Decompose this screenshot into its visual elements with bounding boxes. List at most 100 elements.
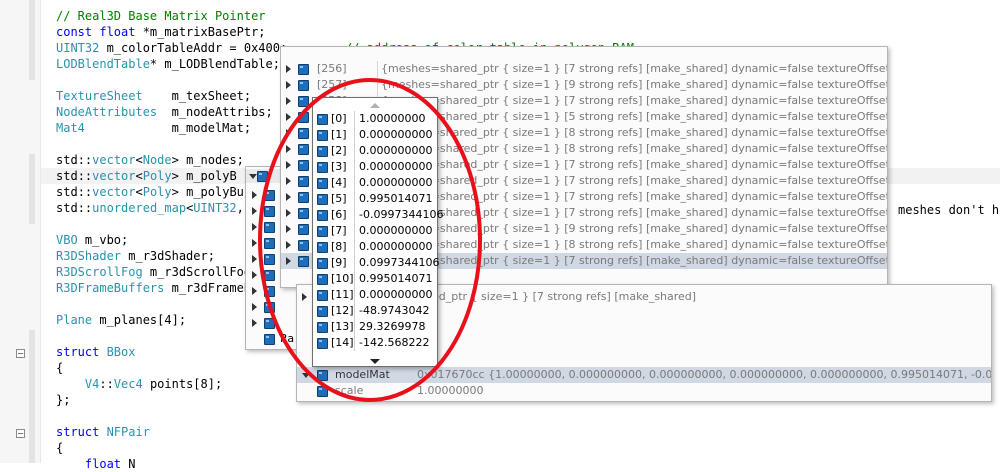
array-element-row[interactable]: [13] 29.3269978 [313,319,437,335]
datatip-row-scale[interactable]: scale 1.00000000 [297,383,991,399]
triangle-right-icon[interactable] [286,257,291,265]
array-value: 0.0997344106 [359,256,440,269]
row-value: {meshes=shared_ptr { size=1 } [7 strong … [381,62,887,75]
code-line[interactable]: Mat4 m_modelMat; [56,120,251,136]
triangle-right-icon[interactable] [252,239,257,247]
code-line[interactable]: V4::Vec4 points[8]; [56,376,222,392]
cube-icon [317,242,328,253]
triangle-right-icon[interactable] [286,113,291,121]
array-element-row[interactable]: [8] 0.000000000 [313,239,437,255]
code-token: NFPair [106,425,150,439]
triangle-right-icon[interactable] [286,225,291,233]
array-element-row[interactable]: [0] 1.00000000 [313,111,437,127]
column-divider [354,191,355,207]
code-line[interactable]: struct NFPair [56,424,150,440]
triangle-right-icon[interactable] [286,193,291,201]
code-line[interactable]: R3DShader m_r3dShader; [56,248,215,264]
code-line[interactable]: const float *m_matrixBasePtr; [56,24,266,40]
triangle-right-icon[interactable] [252,255,257,263]
code-line[interactable]: struct BBox [56,344,135,360]
code-token: m_r3dScrollFog [142,265,252,279]
cube-icon [298,240,309,251]
code-line[interactable]: std::vector<Node> m_nodes; [56,152,244,168]
code-line[interactable]: // Real3D Base Matrix Pointer [56,8,266,24]
cube-icon [317,210,328,221]
array-element-row[interactable]: [1] 0.000000000 [313,127,437,143]
code-line[interactable]: LODBlendTable* m_LODBlendTable; [56,56,280,72]
row-name: modelMat [335,368,390,381]
code-token: > m_nodes; [171,153,244,167]
array-element-row[interactable]: [5] 0.995014071 [313,191,437,207]
array-element-row[interactable]: [14] -142.568222 [313,335,437,351]
array-element-row[interactable]: [6] -0.0997344106 [313,207,443,223]
datatip-row[interactable]: [256] {meshes=shared_ptr { size=1 } [7 st… [281,61,887,77]
code-token: m_texSheet; [142,89,252,103]
array-element-row[interactable]: [9] 0.0997344106 [313,255,440,271]
scroll-down-icon[interactable] [313,354,437,366]
array-value: 0.000000000 [359,224,433,237]
column-divider [354,111,355,127]
triangle-right-icon[interactable] [252,271,257,279]
code-line[interactable]: float N [56,456,136,472]
triangle-right-icon[interactable] [252,223,257,231]
triangle-right-icon[interactable] [286,145,291,153]
triangle-right-icon[interactable] [252,287,257,295]
cube-icon [264,190,275,201]
code-token: LODBlendTable [56,57,150,71]
array-value: -48.9743042 [359,304,430,317]
scroll-up-icon[interactable] [313,98,437,110]
triangle-right-icon[interactable] [252,319,257,327]
code-line[interactable]: { [56,440,63,456]
triangle-right-icon[interactable] [286,177,291,185]
triangle-right-icon[interactable] [286,97,291,105]
triangle-down-icon[interactable] [302,373,310,378]
array-index: [3] [331,160,347,173]
triangle-right-icon[interactable] [252,191,257,199]
code-line[interactable]: { [56,360,63,376]
array-element-row[interactable]: [12] -48.9743042 [313,303,437,319]
triangle-down-icon[interactable] [249,174,257,179]
datatip-row[interactable]: [257] {meshes=shared_ptr { size=1 } [9 st… [281,77,887,93]
cube-icon [298,192,309,203]
triangle-right-icon[interactable] [286,161,291,169]
array-element-row[interactable]: [4] 0.000000000 [313,175,437,191]
array-element-row[interactable]: [7] 0.000000000 [313,223,437,239]
cube-icon [298,256,309,267]
row-value: {meshes=shared_ptr { size=1 } [7 strong … [381,190,887,203]
code-line[interactable]: VBO m_vbo; [56,232,128,248]
triangle-right-icon[interactable] [286,129,291,137]
code-line[interactable]: Plane m_planes[4]; [56,312,186,328]
cube-icon [298,128,309,139]
code-token: m_modelMat; [84,121,252,135]
code-token: *m_matrixBasePtr; [142,25,266,39]
code-token: :: [77,153,93,167]
triangle-right-icon[interactable] [286,209,291,217]
code-token: std [56,153,78,167]
code-line[interactable]: std::unordered_map<UINT32, [56,200,244,216]
code-line[interactable]: }; [56,392,70,408]
array-element-row[interactable]: [3] 0.000000000 [313,159,437,175]
array-element-row[interactable]: [10] 0.995014071 [313,271,437,287]
triangle-right-icon[interactable] [302,293,307,301]
datatip-row-modelmat[interactable]: modelMat 0x017670cc {1.00000000, 0.00000… [297,367,991,383]
triangle-right-icon[interactable] [252,303,257,311]
column-divider [354,175,355,191]
array-element-row[interactable]: [11] 0.000000000 [313,287,437,303]
array-element-row[interactable]: [2] 0.000000000 [313,143,437,159]
code-token: m_nodeAttribs; [157,105,273,119]
column-divider [354,335,355,351]
code-line[interactable]: NodeAttributes m_nodeAttribs; [56,104,273,120]
code-line[interactable]: R3DScrollFog m_r3dScrollFog [56,264,251,280]
triangle-right-icon[interactable] [286,241,291,249]
code-line[interactable]: R3DFrameBuffers m_r3dFrameB [56,280,251,296]
code-line[interactable]: std::vector<Poly> m_polyBuf [56,184,251,200]
triangle-right-icon[interactable] [286,81,291,89]
code-token: { [56,361,64,375]
cube-icon [264,334,275,345]
array-value: 29.3269978 [359,320,426,333]
triangle-right-icon[interactable] [286,65,291,73]
code-token: :: [77,185,93,199]
triangle-right-icon[interactable] [252,207,257,215]
code-line[interactable]: TextureSheet m_texSheet; [56,88,251,104]
code-token: unordered_map [92,201,187,215]
